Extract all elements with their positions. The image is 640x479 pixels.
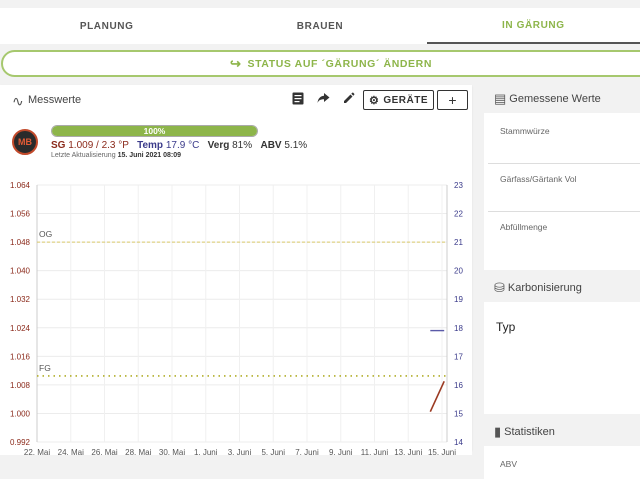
reference-line-label: OG (39, 229, 52, 239)
y-right-tick-label: 23 (454, 181, 463, 190)
y-left-tick-label: 1.032 (10, 295, 31, 304)
y-left-tick-label: 1.024 (10, 324, 31, 333)
redo-arrow-icon: ↪ (229, 55, 242, 71)
measurements-header: ∿ Messwerte ⚙ GERÄTE + (0, 85, 472, 115)
keg-icon: ⛁ (494, 280, 505, 295)
verg-value: 81% (232, 140, 253, 151)
x-tick-label: 28. Mai (125, 448, 151, 455)
measuring-jug-icon: ▤ (494, 91, 507, 106)
verg-label: Verg (207, 140, 230, 151)
measured-values-header: ▤ Gemessene Werte (484, 85, 640, 113)
brewery-logo: MB (12, 129, 38, 155)
measured-values-title: Gemessene Werte (509, 93, 601, 105)
last-updated-label: Letzte Aktualisierung (51, 152, 116, 159)
y-left-tick-label: 1.048 (10, 238, 31, 247)
measurements-title: Messwerte (28, 94, 82, 106)
measured-values-card: ▤ Gemessene Werte Stammwürze Gärfass/Gär… (484, 85, 640, 270)
share-icon[interactable] (317, 92, 330, 104)
y-right-tick-label: 14 (454, 438, 463, 447)
carbonation-header: ⛁ Karbonisierung (484, 274, 640, 302)
tab-bar: PLANUNG BRAUEN IN GÄRUNG (0, 8, 640, 44)
y-left-tick-label: 1.064 (10, 181, 31, 190)
abv-value: 5.1% (284, 140, 308, 151)
tab-in-gaerung[interactable]: IN GÄRUNG (426, 8, 640, 44)
metrics-line: SG 1.009 / 2.3 °P Temp 17.9 °C Verg 81% … (51, 140, 307, 151)
carbonation-type-label[interactable]: Typ (496, 320, 515, 334)
y-right-tick-label: 19 (454, 295, 463, 304)
x-tick-label: 22. Mai (24, 448, 50, 455)
x-tick-label: 24. Mai (58, 448, 84, 455)
add-measurement-button[interactable]: + (437, 90, 468, 110)
y-right-tick-label: 16 (454, 381, 463, 390)
y-right-tick-label: 15 (454, 409, 463, 418)
last-updated-value: 15. Juni 2021 08:09 (117, 152, 181, 159)
statistics-card: ▮ Statistiken ABV (484, 418, 640, 479)
field-gaerfass-vol[interactable]: Gärfass/Gärtank Vol (500, 174, 577, 184)
measurement-chart[interactable]: 1.064 1.056 1.048 1.040 1.032 1.024 1.016 1.008… (0, 163, 472, 455)
reference-line-label: FG (39, 363, 51, 373)
y-left-tick-label: 1.016 (10, 352, 31, 361)
x-tick-label: 7. Juni (295, 448, 319, 455)
progress-fill: 100% (52, 126, 257, 136)
abv-label: ABV (260, 140, 282, 151)
y-left-tick-label: 0.992 (10, 438, 31, 447)
x-tick-label: 13. Juni (394, 448, 422, 455)
y-left-tick-label: 1.008 (10, 381, 31, 390)
temp-label: Temp (137, 140, 164, 151)
carbonation-title: Karbonisierung (507, 282, 582, 294)
field-stammwuerze[interactable]: Stammwürze (500, 126, 550, 136)
field-abfuellmenge[interactable]: Abfüllmenge (500, 222, 547, 232)
stats-field-abv: ABV (500, 459, 518, 469)
temp-value: 17.9 °C (165, 140, 200, 151)
x-tick-label: 3. Juni (228, 448, 252, 455)
y-right-tick-label: 20 (454, 267, 463, 276)
x-tick-label: 15. Juni (428, 448, 456, 455)
y-right-tick-label: 22 (454, 210, 463, 219)
statistics-title: Statistiken (504, 426, 555, 438)
statistics-header: ▮ Statistiken (484, 418, 640, 446)
y-right-tick-label: 21 (454, 238, 463, 247)
last-updated: Letzte Aktualisierung 15. Juni 2021 08:0… (51, 152, 181, 159)
y-left-tick-label: 1.056 (10, 210, 31, 219)
sg-label: SG (51, 140, 66, 151)
y-left-tick-label: 1.000 (10, 409, 31, 418)
measurement-summary: MB 100% SG 1.009 / 2.3 °P Temp 17.9 °C V… (0, 115, 472, 160)
y-left-tick-label: 1.040 (10, 267, 31, 276)
fermentation-progress: 100% (51, 125, 258, 137)
x-tick-label: 30. Mai (159, 448, 185, 455)
bar-chart-icon: ▮ (494, 424, 502, 439)
x-tick-label: 1. Juni (194, 448, 218, 455)
y-right-tick-label: 18 (454, 324, 463, 333)
x-tick-label: 11. Juni (361, 448, 389, 455)
x-tick-label: 26. Mai (91, 448, 117, 455)
divider (488, 211, 640, 212)
change-status-label: STATUS AUF ´GÄRUNG´ ÄNDERN (247, 57, 433, 70)
x-tick-label: 5. Juni (261, 448, 285, 455)
change-status-button[interactable]: ↪ STATUS AUF ´GÄRUNG´ ÄNDERN (1, 50, 640, 77)
sg-value: 1.009 / 2.3 °P (68, 140, 129, 151)
divider (488, 163, 640, 164)
devices-button-label: GERÄTE (383, 94, 429, 106)
tab-brauen[interactable]: BRAUEN (213, 8, 426, 44)
notes-icon[interactable] (292, 92, 304, 105)
devices-button[interactable]: ⚙ GERÄTE (363, 90, 434, 110)
heartbeat-icon: ∿ (12, 93, 24, 109)
gear-icon: ⚙ (368, 94, 380, 107)
carbonation-card: ⛁ Karbonisierung Typ (484, 274, 640, 414)
tab-planung[interactable]: PLANUNG (0, 8, 213, 44)
edit-pencil-icon[interactable] (343, 92, 355, 104)
x-tick-label: 9. Juni (329, 448, 353, 455)
y-right-tick-label: 17 (454, 352, 463, 361)
